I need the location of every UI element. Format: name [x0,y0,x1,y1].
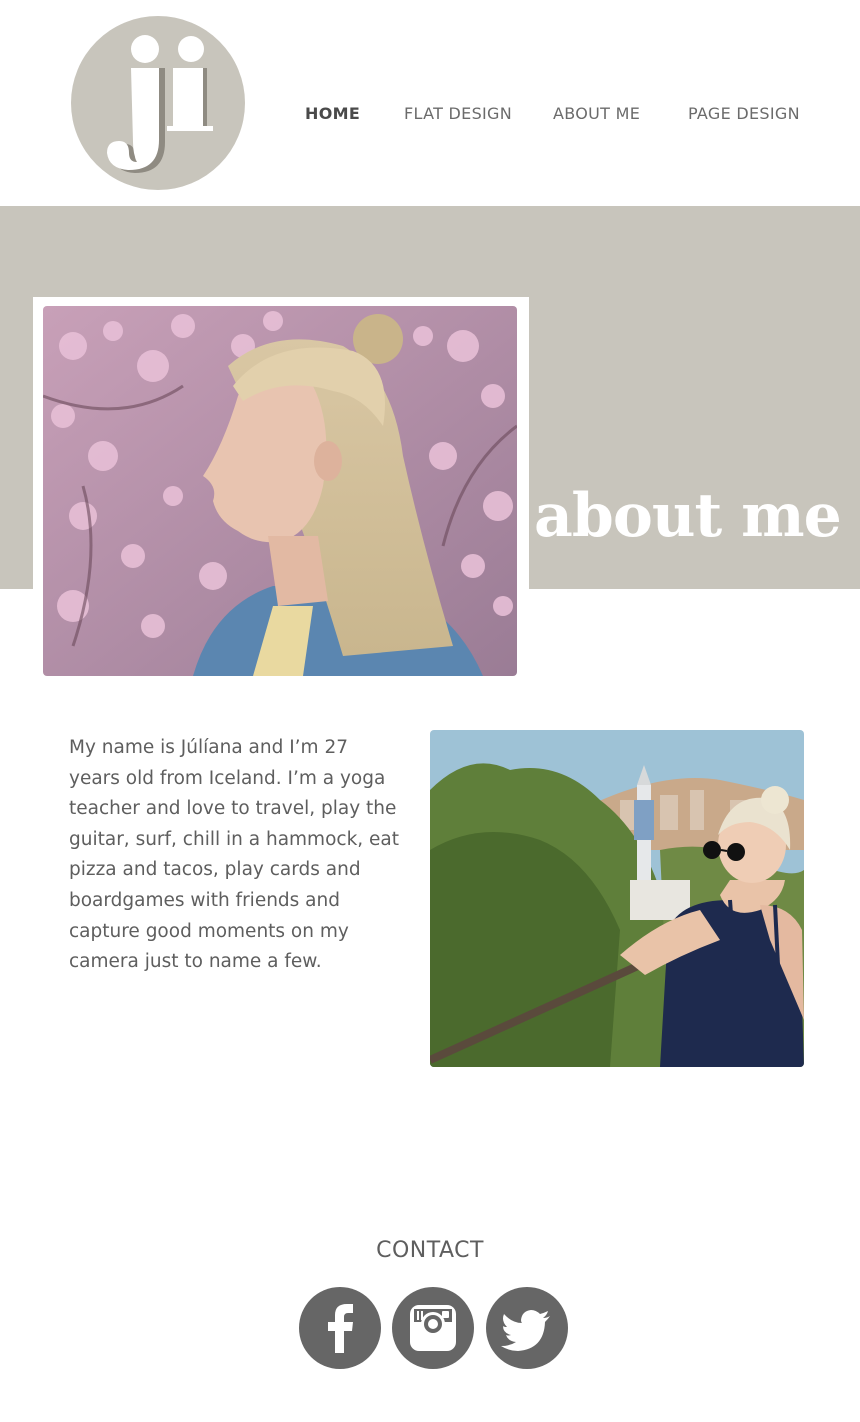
travel-photo [430,730,804,1067]
twitter-button[interactable] [486,1287,568,1369]
bio-line: camera just to name a few. [69,951,322,973]
portrait-photo [43,306,517,676]
page-title: about me [534,481,842,551]
bio-line: capture good moments on my [69,920,349,942]
logo-monogram-icon [107,35,213,173]
bio-line: My name is Júlíana and I’m 27 [69,737,348,758]
nav-item-home[interactable]: HOME [305,104,360,123]
bio-line: teacher and love to travel, play the [69,798,397,820]
facebook-button[interactable] [299,1287,381,1369]
nav-item-about-me[interactable]: ABOUT ME [553,104,640,123]
twitter-icon [501,1310,550,1351]
facebook-icon [328,1304,353,1353]
nav-item-page-design[interactable]: PAGE DESIGN [688,104,800,123]
bio-line: years old from Iceland. I’m a yoga [69,767,386,789]
contact-heading: CONTACT [376,1238,484,1263]
main-nav: HOME FLAT DESIGN ABOUT ME PAGE DESIGN [0,104,860,128]
instagram-button[interactable] [392,1287,474,1369]
bio-line: guitar, surf, chill in a hammock, eat [69,828,400,850]
instagram-icon [410,1305,456,1351]
bio-text: My name is Júlíana and I’m 27 years old … [69,733,409,978]
bio-line: pizza and tacos, play cards and [69,859,361,881]
bio-line: boardgames with friends and [69,889,340,911]
site-logo[interactable]: ji [71,16,245,190]
nav-item-flat-design[interactable]: FLAT DESIGN [404,104,512,123]
